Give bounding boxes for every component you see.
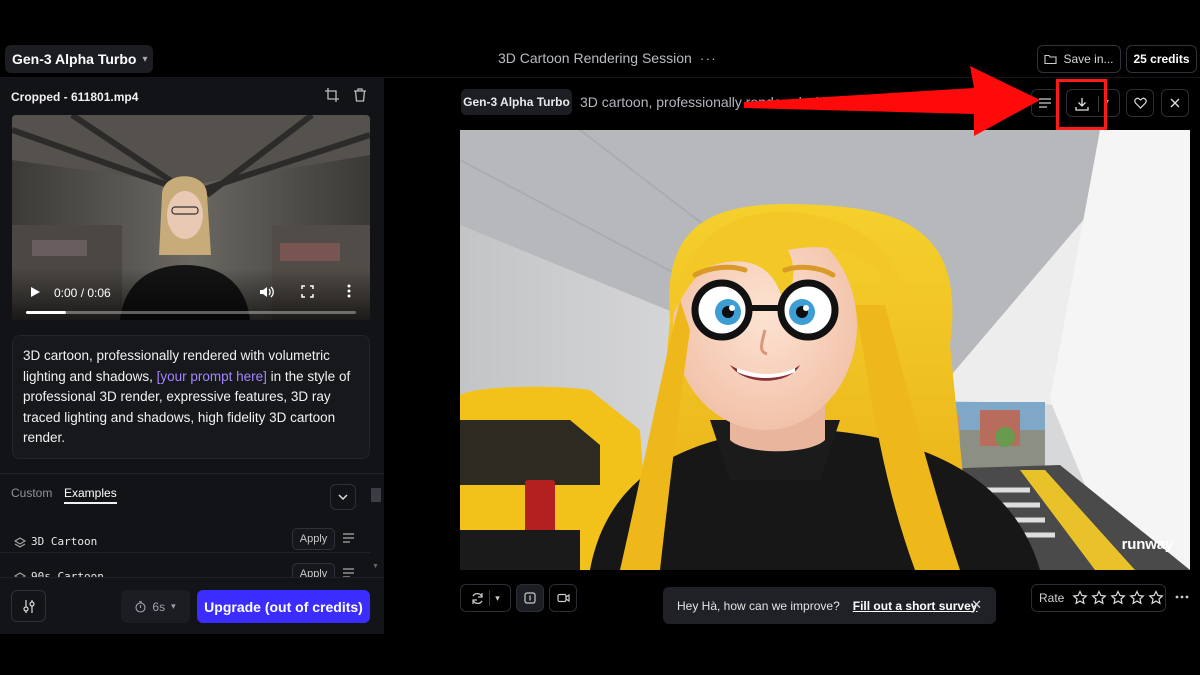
folder-icon	[1044, 54, 1058, 65]
trash-icon[interactable]	[353, 88, 367, 102]
survey-text: Hey Hà, how can we improve?	[677, 598, 840, 613]
video-camera-icon	[556, 593, 570, 603]
loop-button-group[interactable]: ▾	[460, 584, 511, 612]
generate-bar: 6s ▾ Upgrade (out of credits)	[0, 577, 384, 634]
input-file-name: Cropped - 611801.mp4	[11, 90, 139, 104]
video-time: 0:00 / 0:06	[54, 286, 111, 300]
chevron-down-icon: ▾	[142, 53, 148, 65]
chevron-down-icon[interactable]: ▾	[1104, 97, 1109, 108]
rating-widget: Rate	[1031, 584, 1166, 612]
save-in-button[interactable]: Save in...	[1037, 45, 1121, 73]
tabs-divider	[0, 473, 384, 474]
favorite-button[interactable]	[1126, 89, 1154, 117]
upgrade-button[interactable]: Upgrade (out of credits)	[197, 590, 370, 623]
input-video-player[interactable]: 0:00 / 0:06	[12, 115, 370, 320]
chevron-down-icon	[338, 493, 348, 500]
tab-examples[interactable]: Examples	[64, 486, 117, 500]
more-options-icon[interactable]: ···	[700, 50, 717, 66]
star-icon[interactable]	[1072, 590, 1089, 606]
chevron-down-icon: ▾	[171, 601, 176, 611]
scrollbar[interactable]: ▼	[370, 486, 381, 570]
active-tab-indicator	[64, 502, 117, 504]
runway-watermark: runway	[1121, 536, 1174, 553]
video-progress-fill	[26, 311, 66, 314]
video-controls: 0:00 / 0:06	[12, 268, 370, 320]
play-icon[interactable]	[29, 286, 41, 298]
survey-link[interactable]: Fill out a short survey	[853, 599, 978, 613]
model-selector-label: Gen-3 Alpha Turbo	[12, 51, 137, 67]
frame-button[interactable]	[516, 584, 544, 612]
fullscreen-icon[interactable]	[301, 285, 314, 298]
download-icon[interactable]	[1075, 97, 1089, 111]
video-progress-bar[interactable]	[26, 311, 356, 314]
sliders-icon	[22, 599, 35, 613]
output-video[interactable]: runway	[460, 130, 1190, 570]
session-title-text: 3D Cartoon Rendering Session	[498, 50, 692, 66]
settings-button[interactable]	[11, 590, 46, 622]
rate-label: Rate	[1039, 591, 1065, 605]
chevron-down-icon[interactable]: ▾	[495, 593, 500, 604]
timer-icon	[135, 600, 146, 613]
duration-select[interactable]: 6s ▾	[121, 590, 190, 623]
close-button[interactable]	[1161, 89, 1189, 117]
output-model-badge: Gen-3 Alpha Turbo	[461, 89, 572, 115]
left-panel: Cropped - 611801.mp4 0:00 / 0:06 3D cart…	[0, 78, 384, 634]
volume-icon[interactable]	[258, 284, 274, 300]
example-item[interactable]: 90s Cartoon Apply	[0, 563, 370, 578]
list-menu-icon	[1039, 98, 1051, 108]
close-icon	[1170, 98, 1180, 108]
session-title[interactable]: 3D Cartoon Rendering Session ···	[498, 50, 717, 66]
star-icon[interactable]	[1129, 590, 1146, 606]
more-horizontal-icon[interactable]	[1175, 590, 1189, 604]
crop-icon[interactable]	[325, 88, 339, 102]
duration-label: 6s	[152, 599, 166, 614]
scroll-down-arrow-icon[interactable]: ▼	[372, 563, 379, 570]
output-prompt-preview[interactable]: 3D cartoon, professionally rendered with…	[580, 94, 850, 110]
credits-badge[interactable]: 25 credits	[1126, 45, 1197, 73]
download-divider	[1098, 96, 1099, 112]
star-icon[interactable]	[1110, 590, 1127, 606]
download-button-group[interactable]: ▾	[1066, 89, 1120, 117]
credits-label: 25 credits	[1133, 52, 1190, 66]
model-selector[interactable]: Gen-3 Alpha Turbo ▾	[5, 45, 153, 73]
survey-banner: Hey Hà, how can we improve? Fill out a s…	[663, 587, 996, 624]
camera-button[interactable]	[549, 584, 577, 612]
apply-button[interactable]: Apply	[292, 563, 335, 578]
save-in-label: Save in...	[1063, 52, 1114, 66]
more-vertical-icon[interactable]	[346, 284, 352, 298]
tab-custom[interactable]: Custom	[11, 486, 52, 500]
close-icon[interactable]: ✕	[971, 597, 982, 613]
heart-icon	[1133, 97, 1147, 109]
frame-icon	[524, 592, 536, 604]
output-video-frame	[460, 130, 1190, 570]
prompt-textarea[interactable]: 3D cartoon, professionally rendered with…	[12, 335, 370, 459]
details-button[interactable]	[1031, 89, 1059, 117]
loop-icon[interactable]	[471, 592, 484, 605]
star-icon[interactable]	[1091, 590, 1108, 606]
star-rating[interactable]	[1072, 590, 1165, 606]
loop-divider	[489, 590, 491, 606]
prompt-placeholder: [your prompt here]	[156, 368, 267, 384]
example-list-viewport: 90s Cartoon Apply	[0, 522, 370, 578]
collapse-button[interactable]	[330, 484, 356, 510]
star-icon[interactable]	[1148, 590, 1165, 606]
scrollbar-thumb[interactable]	[371, 488, 381, 502]
